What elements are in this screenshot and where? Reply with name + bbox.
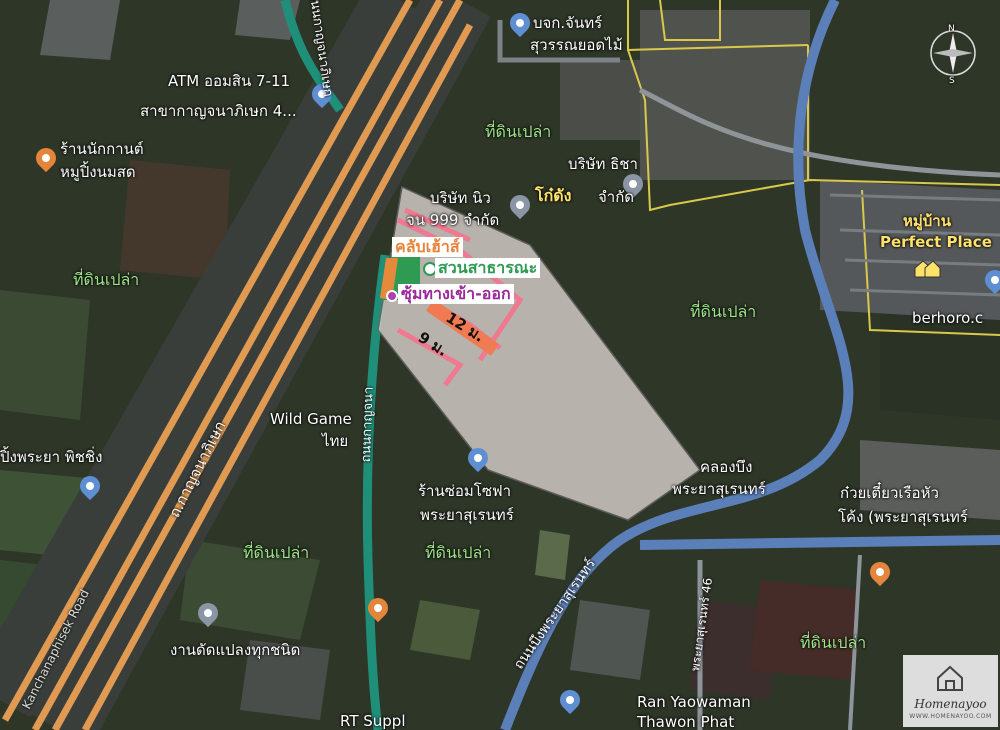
place-label: Ran Yaowaman [637, 693, 751, 711]
place-label: บริษัท ธิชา [568, 155, 638, 173]
area-label: ที่ดินเปล่า [425, 543, 492, 562]
place-label: RT Suppl [340, 712, 406, 730]
place-label: งานดัดแปลงทุกชนิด [170, 641, 301, 659]
kodung-label: โก๋ดัง [535, 186, 572, 205]
place-label: berhoro.c [912, 309, 984, 327]
place-label: โค้ง (พระยาสุเรนทร์ [838, 508, 968, 526]
place-label: คลองบึง [700, 458, 753, 476]
place-label: ไทย [322, 432, 349, 450]
village-label: หมู่บ้าน [903, 212, 951, 230]
area-label: ที่ดินเปล่า [485, 122, 552, 141]
place-label: Thawon Phat [637, 713, 735, 730]
village-label: Perfect Place [880, 233, 992, 251]
place-label: ร้านนักกานต์ [60, 140, 144, 158]
place-label: ก๋วยเตี๋ยวเรือหัว [840, 484, 939, 502]
gate-label: ซุ้มทางเข้า-ออก [398, 284, 514, 304]
road-label: ถนนกาญจนา [359, 386, 377, 463]
place-label: หมูปิ้งนมสด [60, 163, 136, 181]
house-icon [913, 258, 941, 278]
place-label: ปิ้งพระยา พิชชิ่ง [0, 448, 103, 466]
logo-url: WWW.HOMENAYOO.COM [909, 713, 992, 720]
place-label: พระยาสุเรนทร์ [420, 506, 514, 524]
place-label: สาขากาญจนาภิเษก 4... [140, 102, 297, 120]
homenayoo-logo: Homenayoo WWW.HOMENAYOO.COM [903, 655, 998, 727]
area-label: ที่ดินเปล่า [690, 302, 757, 321]
park-label: สวนสาธารณะ [435, 258, 541, 278]
map-view[interactable]: ATM ออมสิน 7-11 สาขากาญจนาภิเษก 4... ร้า… [0, 0, 1000, 730]
area-label: ที่ดินเปล่า [73, 270, 140, 289]
clubhouse-label: คลับเฮ้าส์ [392, 237, 463, 257]
area-label: ที่ดินเปล่า [243, 543, 310, 562]
compass-n-label: N [948, 24, 955, 34]
place-label: พระยาสุเรนทร์ [672, 480, 766, 498]
place-label: บจก.จันทร์ [533, 14, 603, 32]
place-label: ร้านซ่อมโซฟา [418, 482, 512, 500]
compass-s-label: S [949, 76, 955, 86]
logo-name: Homenayoo [914, 697, 987, 711]
place-label: จน 999 จำกัด [406, 211, 500, 229]
area-label: ที่ดินเปล่า [800, 633, 867, 652]
house-logo-icon [937, 665, 963, 691]
place-label: Wild Game [270, 410, 352, 428]
place-label: ATM ออมสิน 7-11 [168, 72, 291, 90]
place-label: จำกัด [598, 188, 635, 206]
gate-dot-icon [386, 290, 398, 302]
place-label: บริษัท นิว [430, 189, 491, 207]
place-label: สุวรรณยอดไม้ [530, 36, 623, 54]
